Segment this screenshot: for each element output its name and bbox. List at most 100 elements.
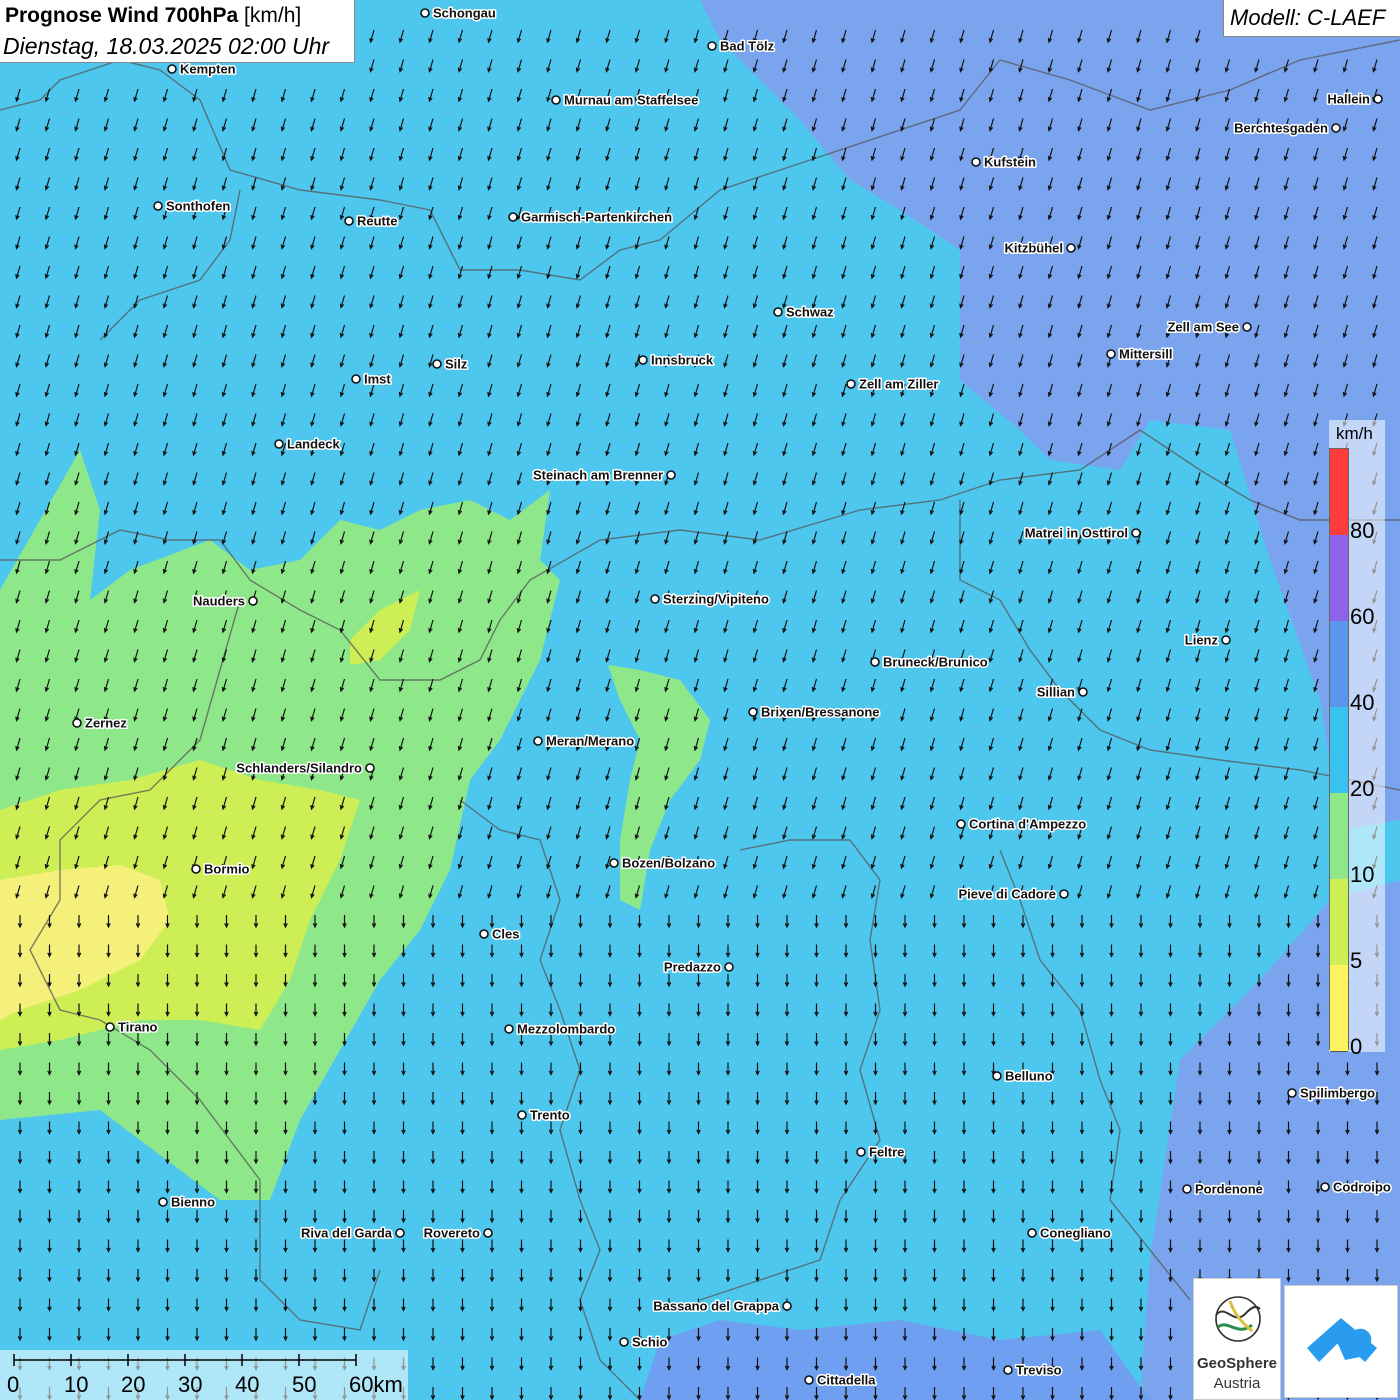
- legend-label: 60: [1350, 604, 1375, 629]
- city-label: Meran/Merano: [546, 734, 634, 749]
- city-marker[interactable]: Matrei in OsttirolMatrei in Osttirol: [1023, 524, 1141, 542]
- city-label: Matrei in Osttirol: [1025, 526, 1128, 541]
- city-dot: [483, 1228, 493, 1238]
- scale-label: 50: [292, 1372, 317, 1397]
- city-dot: [1078, 687, 1088, 697]
- city-label: Cles: [492, 927, 519, 942]
- city-dot: [1106, 349, 1116, 359]
- city-dot: [153, 201, 163, 211]
- city-label: Berchtesgaden: [1234, 121, 1328, 136]
- city-label: Cittadella: [817, 1373, 876, 1388]
- city-marker[interactable]: SonthofenSonthofen: [153, 197, 232, 215]
- city-marker[interactable]: BerchtesgadenBerchtesgaden: [1233, 119, 1341, 137]
- city-marker[interactable]: Bassano del GrappaBassano del Grappa: [652, 1297, 792, 1315]
- city-label: Rovereto: [424, 1226, 480, 1241]
- city-dot: [395, 1228, 405, 1238]
- legend-color-segment: [1330, 707, 1348, 794]
- city-dot: [504, 1024, 514, 1034]
- city-label: Mezzolombardo: [517, 1022, 615, 1037]
- city-label: Bassano del Grappa: [653, 1299, 779, 1314]
- city-label: Tirano: [118, 1020, 158, 1035]
- scale-label: 20: [121, 1372, 146, 1397]
- city-marker[interactable]: Murnau am StaffelseeMurnau am Staffelsee: [551, 91, 700, 109]
- legend-label: 5: [1350, 948, 1363, 973]
- geosphere-logo[interactable]: GeoSphere Austria: [1193, 1278, 1281, 1400]
- city-dot: [344, 216, 354, 226]
- city-label: Spilimbergo: [1300, 1086, 1375, 1101]
- city-dot: [1059, 889, 1069, 899]
- city-marker[interactable]: ConeglianoConegliano: [1027, 1224, 1112, 1242]
- city-marker[interactable]: Pieve di CadorePieve di Cadore: [957, 885, 1069, 903]
- city-label: Murnau am Staffelsee: [564, 93, 698, 108]
- legend-color-bar: [1329, 448, 1349, 1052]
- city-marker[interactable]: InnsbruckInnsbruck: [638, 351, 715, 369]
- city-label: Garmisch-Partenkirchen: [521, 210, 672, 225]
- city-label: Bormio: [204, 862, 250, 877]
- city-dot: [420, 8, 430, 18]
- city-dot: [956, 819, 966, 829]
- city-marker[interactable]: Garmisch-PartenkirchenGarmisch-Partenkir…: [508, 208, 674, 226]
- city-marker[interactable]: Meran/MeranoMeran/Merano: [533, 732, 636, 750]
- city-label: Landeck: [287, 437, 341, 452]
- city-label: Belluno: [1005, 1069, 1053, 1084]
- city-dot: [105, 1022, 115, 1032]
- title-unit: [km/h]: [244, 4, 302, 27]
- scale-label: 40: [235, 1372, 260, 1397]
- city-dot: [870, 657, 880, 667]
- map-title: Prognose Wind 700hPa [km/h]: [5, 4, 301, 28]
- city-dot: [551, 95, 561, 105]
- logo-text-geosphere: GeoSphere: [1196, 1355, 1278, 1372]
- city-dot: [1373, 94, 1383, 104]
- city-dot: [992, 1071, 1002, 1081]
- wind-map[interactable]: Schongau Schongau Bad Tölz Bad Tölz Kempten K…: [0, 0, 1400, 1400]
- city-marker[interactable]: Schlanders/SilandroSchlanders/Silandro: [235, 759, 375, 777]
- city-dot: [1320, 1182, 1330, 1192]
- city-dot: [191, 864, 201, 874]
- city-label: Schio: [632, 1335, 667, 1350]
- city-dot: [619, 1337, 629, 1347]
- city-label: Zell am See: [1167, 320, 1239, 335]
- scale-label: 0: [7, 1372, 20, 1397]
- city-dot: [773, 307, 783, 317]
- city-marker[interactable]: Cortina d'AmpezzoCortina d'Ampezzo: [956, 815, 1088, 833]
- city-dot: [158, 1197, 168, 1207]
- city-marker[interactable]: PordenonePordenone: [1182, 1180, 1264, 1198]
- logo-text-austria: Austria: [1213, 1375, 1261, 1392]
- city-label: Feltre: [869, 1145, 904, 1160]
- city-marker[interactable]: Riva del GardaRiva del Garda: [299, 1224, 405, 1242]
- city-label: Pieve di Cadore: [958, 887, 1056, 902]
- legend-color-segment: [1330, 449, 1348, 536]
- city-dot: [517, 1110, 527, 1120]
- city-marker[interactable]: Zell am SeeZell am See: [1166, 318, 1252, 336]
- city-marker[interactable]: Brixen/BressanoneBrixen/Bressanone: [748, 703, 881, 721]
- city-label: Bruneck/Brunico: [883, 655, 988, 670]
- city-label: Silz: [445, 357, 468, 372]
- city-marker[interactable]: Zell am ZillerZell am Ziller: [846, 375, 940, 393]
- city-marker[interactable]: Steinach am BrennerSteinach am Brenner: [531, 466, 676, 484]
- city-label: Trento: [530, 1108, 570, 1123]
- city-dot: [72, 718, 82, 728]
- city-label: Bozen/Bolzano: [622, 856, 715, 871]
- scale-label: 60km: [349, 1372, 403, 1397]
- city-dot: [1066, 243, 1076, 253]
- city-dot: [479, 929, 489, 939]
- city-dot: [1242, 322, 1252, 332]
- legend-label: 40: [1350, 690, 1375, 715]
- city-label: Kufstein: [984, 155, 1036, 170]
- city-label: Treviso: [1016, 1363, 1062, 1378]
- city-dot: [351, 374, 361, 384]
- city-label: Sterzing/Vipiteno: [663, 592, 769, 607]
- city-dot: [724, 962, 734, 972]
- city-marker[interactable]: Sterzing/VipitenoSterzing/Vipiteno: [650, 590, 770, 608]
- city-marker[interactable]: SchongauSchongau: [420, 4, 497, 22]
- city-marker[interactable]: SpilimbergoSpilimbergo: [1287, 1084, 1377, 1102]
- city-marker[interactable]: MezzolombardoMezzolombardo: [504, 1020, 617, 1038]
- weather-app-logo[interactable]: [1284, 1285, 1398, 1398]
- city-label: Predazzo: [664, 960, 721, 975]
- city-label: Codroipo: [1333, 1180, 1391, 1195]
- city-label: Hallein: [1327, 92, 1370, 107]
- city-marker[interactable]: Bruneck/BrunicoBruneck/Brunico: [870, 653, 989, 671]
- city-marker[interactable]: Bozen/BolzanoBozen/Bolzano: [609, 854, 717, 872]
- scale-bar: 0 10 20 30 40 50 60km: [0, 1350, 408, 1400]
- city-dot: [748, 707, 758, 717]
